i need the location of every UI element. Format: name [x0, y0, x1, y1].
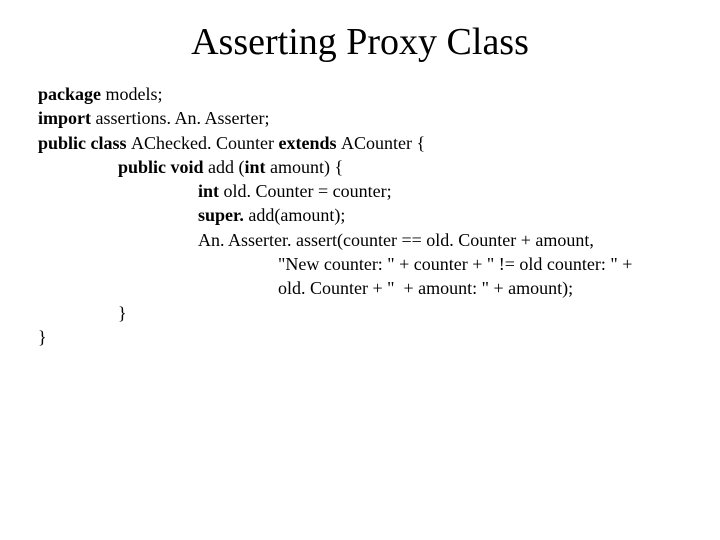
code-text: add(amount);	[248, 205, 345, 225]
code-line-8: "New counter: " + counter + " != old cou…	[38, 252, 700, 276]
keyword-public-void: public void	[118, 157, 208, 177]
code-line-5: int old. Counter = counter;	[38, 179, 700, 203]
code-block: package models; import assertions. An. A…	[0, 82, 720, 349]
code-line-10: }	[38, 301, 700, 325]
code-line-2: import assertions. An. Asserter;	[38, 106, 700, 130]
keyword-super: super.	[198, 205, 248, 225]
keyword-int: int	[198, 181, 224, 201]
code-text: models;	[106, 84, 163, 104]
keyword-extends: extends	[279, 133, 342, 153]
code-line-4: public void add (int amount) {	[38, 155, 700, 179]
code-line-11: }	[38, 325, 700, 349]
code-text: add (	[208, 157, 244, 177]
code-text: old. Counter + " + amount: " + amount);	[278, 278, 573, 298]
code-line-9: old. Counter + " + amount: " + amount);	[38, 276, 700, 300]
code-text: AChecked. Counter	[131, 133, 278, 153]
keyword-public-class: public class	[38, 133, 131, 153]
code-text: }	[38, 327, 47, 347]
code-text: amount) {	[270, 157, 343, 177]
code-text: old. Counter = counter;	[224, 181, 392, 201]
code-line-3: public class AChecked. Counter extends A…	[38, 131, 700, 155]
code-line-1: package models;	[38, 82, 700, 106]
keyword-int: int	[245, 157, 271, 177]
code-text: "New counter: " + counter + " != old cou…	[278, 254, 632, 274]
slide-title: Asserting Proxy Class	[0, 0, 720, 82]
slide: Asserting Proxy Class package models; im…	[0, 0, 720, 540]
code-text: }	[118, 303, 127, 323]
code-text: ACounter {	[341, 133, 425, 153]
keyword-package: package	[38, 84, 106, 104]
code-line-6: super. add(amount);	[38, 203, 700, 227]
keyword-import: import	[38, 108, 96, 128]
code-text: An. Asserter. assert(counter == old. Cou…	[198, 230, 594, 250]
code-text: assertions. An. Asserter;	[96, 108, 270, 128]
code-line-7: An. Asserter. assert(counter == old. Cou…	[38, 228, 700, 252]
